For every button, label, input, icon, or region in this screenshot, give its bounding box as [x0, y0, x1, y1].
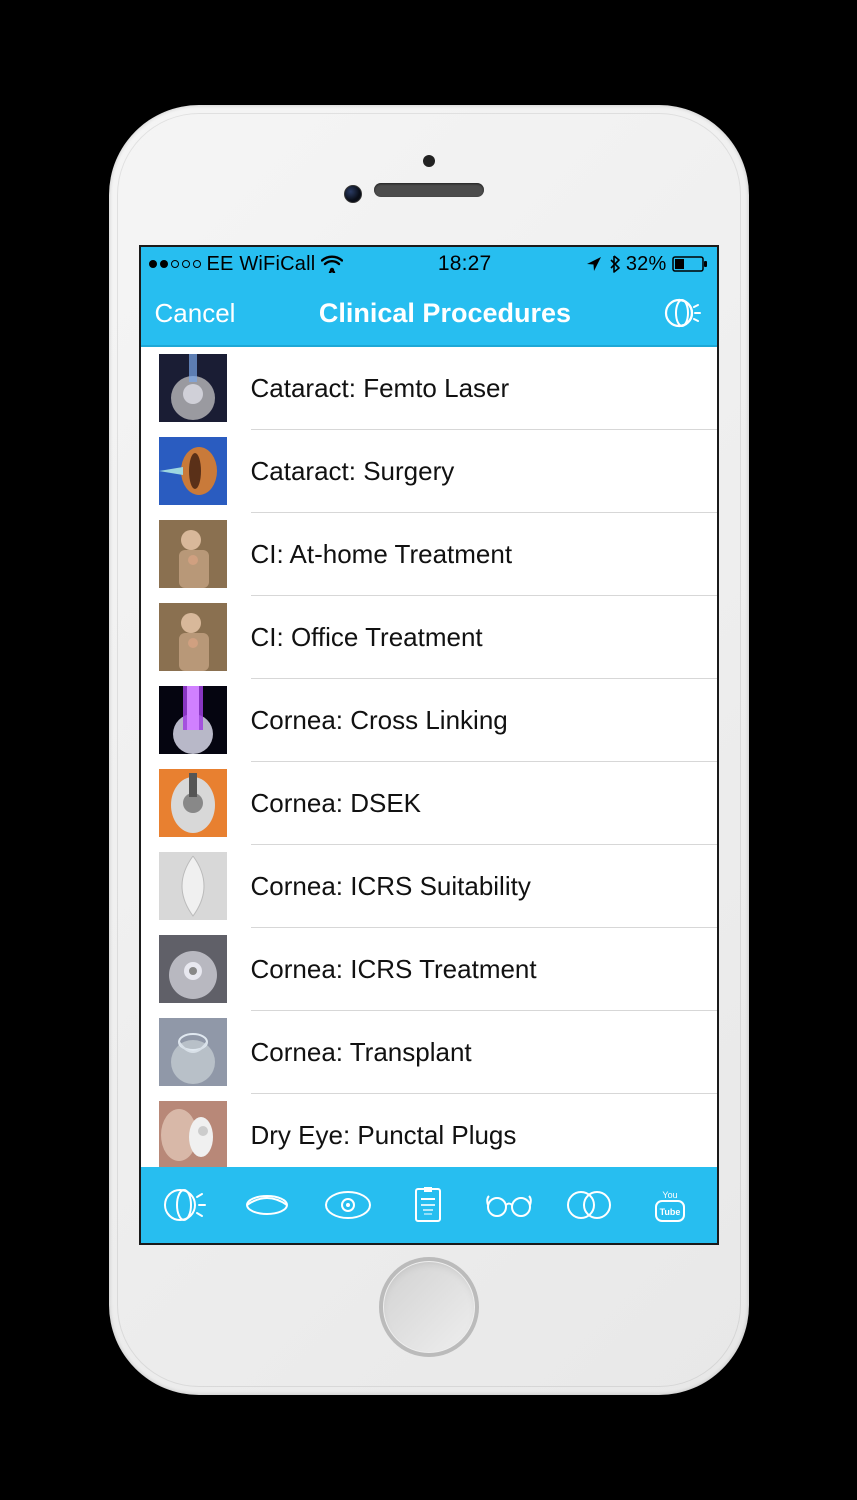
- list-item[interactable]: Cataract: Femto Laser: [141, 347, 717, 429]
- status-left: EE WiFiCall: [149, 253, 344, 276]
- signal-strength-icon: [149, 260, 201, 268]
- wifi-icon: [321, 255, 343, 273]
- list-item[interactable]: Cornea: DSEK: [141, 762, 717, 844]
- list-item-label: Cornea: ICRS Suitability: [251, 871, 531, 902]
- navigation-bar: Cancel Clinical Procedures: [141, 281, 717, 347]
- bluetooth-icon: [608, 255, 620, 273]
- tab-eye-laser[interactable]: [152, 1183, 222, 1227]
- svg-text:You: You: [663, 1190, 678, 1200]
- tab-eye[interactable]: [313, 1183, 383, 1227]
- thumbnail-icon: [159, 686, 227, 754]
- carrier-label: EE WiFiCall: [207, 253, 316, 276]
- contact-lens-icon: [563, 1183, 617, 1227]
- tab-eyechart[interactable]: [393, 1183, 463, 1227]
- list-item[interactable]: CI: At-home Treatment: [141, 513, 717, 595]
- speaker-grille: [374, 183, 484, 197]
- tab-bar: You Tube: [141, 1167, 717, 1243]
- list-item[interactable]: Cornea: ICRS Suitability: [141, 845, 717, 927]
- nav-right-button[interactable]: [654, 293, 702, 333]
- thumbnail-icon: [159, 603, 227, 671]
- list-item[interactable]: CI: Office Treatment: [141, 596, 717, 678]
- tab-contacts[interactable]: [555, 1183, 625, 1227]
- list-item-label: CI: Office Treatment: [251, 622, 483, 653]
- thumbnail-icon: [159, 935, 227, 1003]
- list-item-label: Cornea: ICRS Treatment: [251, 954, 537, 985]
- proximity-sensor-icon: [344, 185, 362, 203]
- status-right: 32%: [586, 253, 709, 276]
- cancel-button[interactable]: Cancel: [155, 298, 236, 329]
- list-item-label: CI: At-home Treatment: [251, 539, 513, 570]
- youtube-icon: You Tube: [643, 1183, 697, 1227]
- list-item-label: Cataract: Femto Laser: [251, 373, 510, 404]
- list-item[interactable]: Cornea: Transplant: [141, 1011, 717, 1093]
- clock-label: 18:27: [438, 252, 492, 276]
- page-title: Clinical Procedures: [319, 298, 571, 329]
- screen: EE WiFiCall 18:27 32% Cance: [139, 245, 719, 1245]
- thumbnail-icon: [159, 769, 227, 837]
- list-item[interactable]: Dry Eye: Punctal Plugs: [141, 1094, 717, 1167]
- list-item[interactable]: Cataract: Surgery: [141, 430, 717, 512]
- list-item-label: Cornea: Cross Linking: [251, 705, 508, 736]
- thumbnail-icon: [159, 852, 227, 920]
- list-item-label: Dry Eye: Punctal Plugs: [251, 1120, 517, 1151]
- list-item[interactable]: Cornea: ICRS Treatment: [141, 928, 717, 1010]
- phone-frame: EE WiFiCall 18:27 32% Cance: [109, 105, 749, 1395]
- battery-pct-label: 32%: [626, 253, 667, 276]
- eye-icon: [321, 1183, 375, 1227]
- front-camera-icon: [423, 155, 435, 167]
- thumbnail-icon: [159, 354, 227, 422]
- svg-text:Tube: Tube: [660, 1207, 681, 1217]
- tab-youtube[interactable]: You Tube: [635, 1183, 705, 1227]
- lens-icon: [240, 1183, 294, 1227]
- battery-icon: [672, 256, 708, 272]
- location-icon: [586, 256, 602, 272]
- list-item-label: Cataract: Surgery: [251, 456, 455, 487]
- tab-glasses[interactable]: [474, 1183, 544, 1227]
- procedures-list[interactable]: Cataract: Femto Laser Cataract: Surgery CI…: [141, 347, 717, 1167]
- thumbnail-icon: [159, 1101, 227, 1167]
- home-button[interactable]: [379, 1257, 479, 1357]
- thumbnail-icon: [159, 437, 227, 505]
- list-item[interactable]: Cornea: Cross Linking: [141, 679, 717, 761]
- thumbnail-icon: [159, 520, 227, 588]
- list-item-label: Cornea: DSEK: [251, 788, 422, 819]
- glasses-icon: [482, 1183, 536, 1227]
- list-item-label: Cornea: Transplant: [251, 1037, 472, 1068]
- eye-laser-icon: [160, 1183, 214, 1227]
- chart-icon: [401, 1183, 455, 1227]
- eye-flash-icon: [662, 293, 702, 333]
- thumbnail-icon: [159, 1018, 227, 1086]
- tab-lens[interactable]: [232, 1183, 302, 1227]
- status-bar: EE WiFiCall 18:27 32%: [141, 247, 717, 281]
